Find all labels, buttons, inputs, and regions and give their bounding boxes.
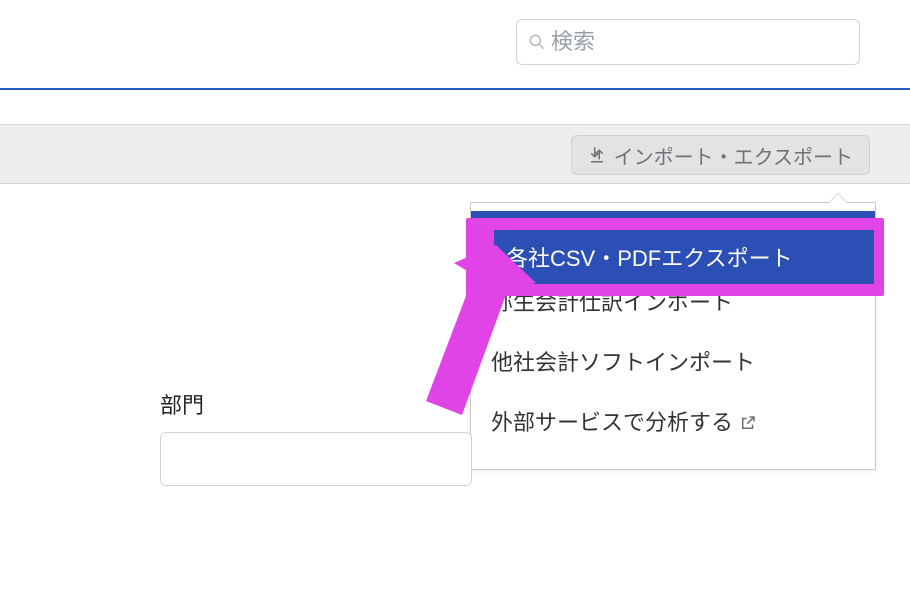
department-label: 部門: [160, 388, 870, 420]
search-box[interactable]: [516, 19, 860, 65]
top-bar: [516, 19, 860, 65]
search-input[interactable]: [551, 29, 849, 55]
menu-item-2[interactable]: 他社会計ソフトインポート: [471, 331, 875, 391]
toolbar: インポート・エクスポート: [0, 124, 910, 184]
department-input[interactable]: [160, 432, 472, 486]
header-divider: [0, 88, 910, 90]
import-export-button[interactable]: インポート・エクスポート: [571, 135, 870, 175]
menu-item-label: 各社CSV・PDFエクスポート: [491, 225, 778, 257]
menu-item-label: 他社会計ソフトインポート: [491, 345, 755, 377]
form-area: 部門: [160, 388, 870, 486]
search-icon: [527, 32, 547, 52]
import-export-label: インポート・エクスポート: [614, 141, 853, 170]
menu-item-0[interactable]: 各社CSV・PDFエクスポート: [471, 211, 875, 271]
menu-item-1[interactable]: 弥生会計仕訳インポート: [471, 271, 875, 331]
menu-item-label: 弥生会計仕訳インポート: [491, 285, 733, 317]
import-export-icon: [588, 146, 606, 164]
